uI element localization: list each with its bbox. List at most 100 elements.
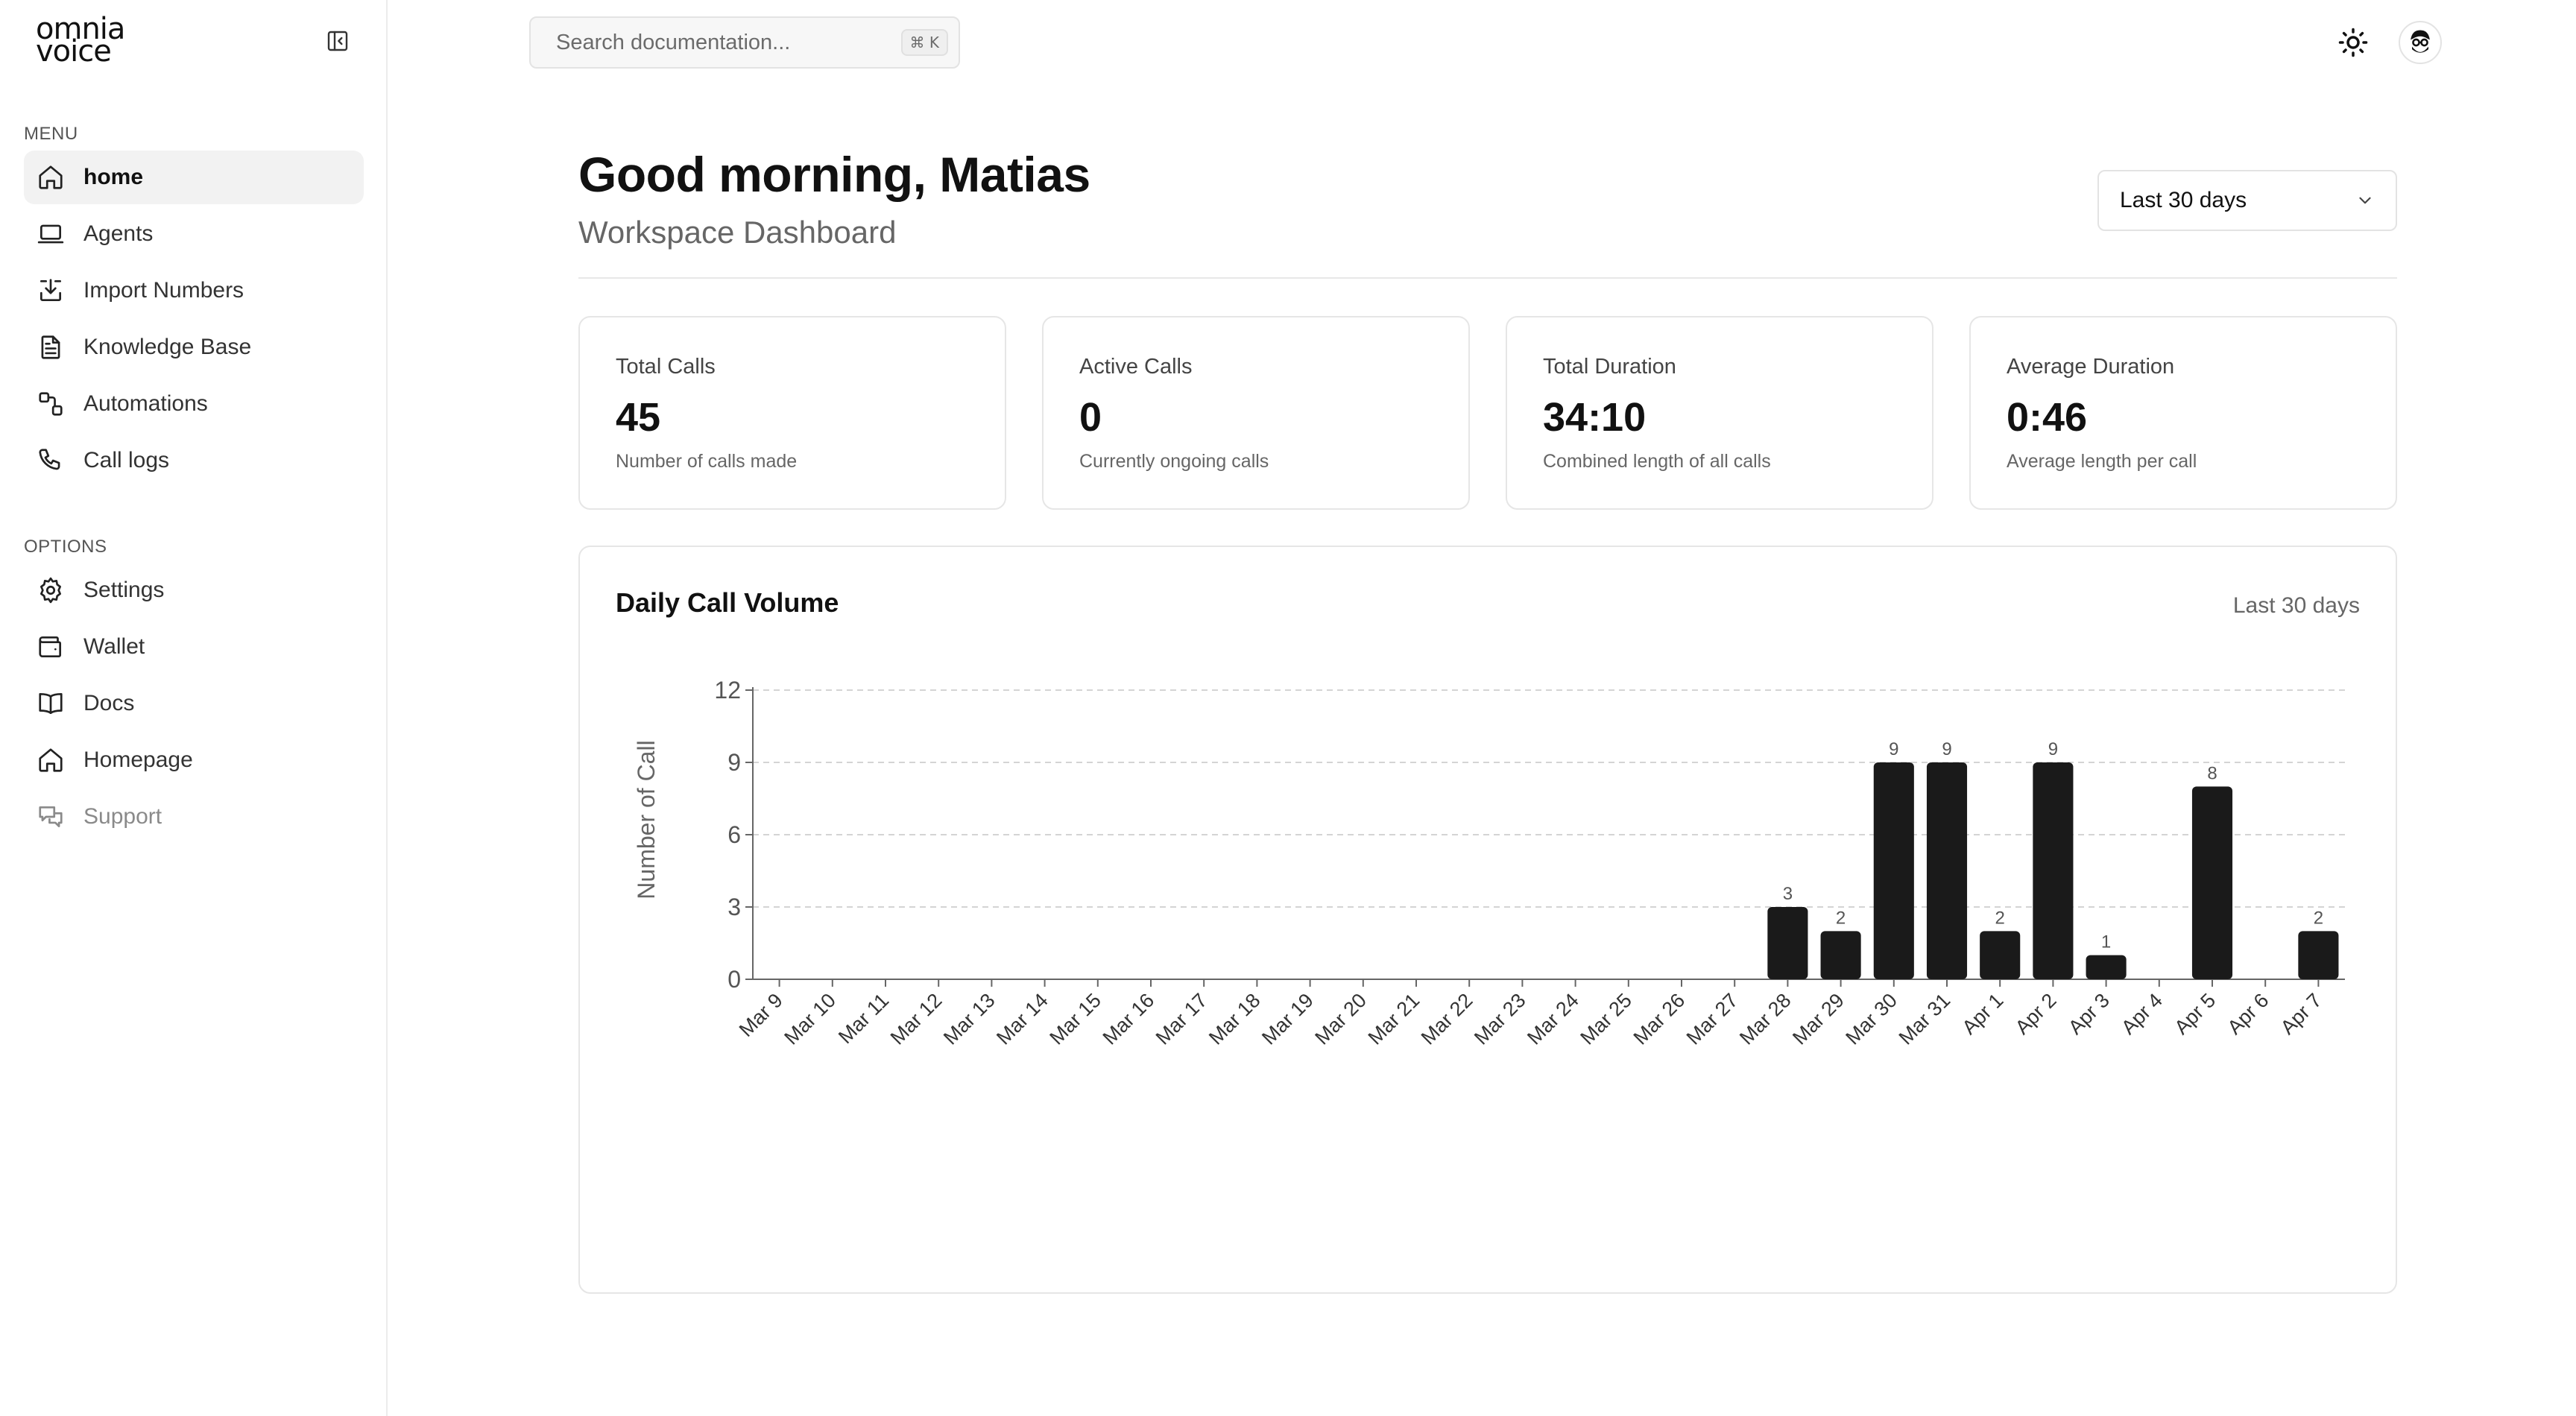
sidebar-item-homepage[interactable]: Homepage (24, 733, 364, 787)
bar-value-label: 9 (2048, 739, 2058, 759)
sidebar-toggle-button[interactable] (325, 28, 350, 54)
y-axis-label: Number of Call (633, 740, 660, 899)
bar (2086, 955, 2127, 979)
sidebar-item-docs[interactable]: Docs (24, 677, 364, 730)
x-tick-label: Mar 29 (1788, 989, 1849, 1049)
x-tick-label: Mar 15 (1045, 989, 1105, 1049)
x-tick-label: Mar 27 (1682, 989, 1743, 1049)
sidebar-item-home[interactable]: home (24, 151, 364, 204)
stat-label: Total Calls (616, 355, 716, 379)
bar-value-label: 8 (2207, 763, 2217, 783)
avatar-icon (2405, 27, 2436, 58)
sidebar-item-knowledge-base[interactable]: Knowledge Base (24, 320, 364, 374)
stat-label: Average Duration (2007, 355, 2175, 379)
sidebar: omnia voice MENU home Agents Import Number… (0, 0, 388, 1416)
x-tick-label: Apr 1 (1958, 989, 2008, 1039)
sidebar-item-call-logs[interactable]: Call logs (24, 434, 364, 487)
book-icon (36, 689, 66, 718)
stat-value: 0 (1079, 395, 1102, 440)
x-tick-label: Mar 10 (780, 989, 840, 1049)
bar-value-label: 9 (1942, 739, 1951, 759)
stat-label: Active Calls (1079, 355, 1193, 379)
bar (1926, 762, 1968, 979)
x-tick-label: Mar 14 (992, 989, 1052, 1049)
sun-icon (2338, 28, 2368, 57)
y-tick-label: 3 (727, 894, 741, 920)
x-tick-label: Apr 7 (2276, 989, 2326, 1039)
page-subtitle: Workspace Dashboard (578, 215, 897, 250)
bar (1980, 931, 2021, 979)
workflow-icon (36, 389, 66, 419)
sidebar-item-label: Support (83, 804, 162, 829)
x-tick-label: Mar 31 (1895, 989, 1955, 1049)
wallet-icon (36, 632, 66, 662)
search-input[interactable]: Search documentation... ⌘ K (529, 16, 960, 69)
y-tick-label: 6 (727, 821, 741, 848)
x-tick-label: Mar 22 (1417, 989, 1477, 1049)
sidebar-item-import-numbers[interactable]: Import Numbers (24, 264, 364, 317)
user-avatar[interactable] (2399, 21, 2442, 64)
sidebar-item-label: Settings (83, 578, 165, 602)
home-icon (36, 162, 66, 192)
bar (2191, 786, 2233, 979)
sidebar-collapse-icon (327, 31, 348, 51)
sidebar-item-label: Knowledge Base (83, 335, 252, 359)
sidebar-item-label: home (83, 165, 144, 189)
stat-card-total-duration: Total Duration 34:10 Combined length of … (1506, 316, 1933, 510)
document-icon (36, 332, 66, 362)
sidebar-item-automations[interactable]: Automations (24, 377, 364, 431)
chevron-down-icon (2359, 197, 2371, 204)
menu-nav: home Agents Import Numbers Knowledge Base Au… (24, 151, 364, 490)
stat-card-active-calls: Active Calls 0 Currently ongoing calls (1042, 316, 1470, 510)
laptop-icon (36, 219, 66, 249)
date-range-value: Last 30 days (2120, 188, 2247, 212)
theme-toggle-button[interactable] (2334, 24, 2372, 61)
bar-value-label: 9 (1889, 739, 1898, 759)
search-shortcut-badge: ⌘ K (900, 29, 948, 56)
x-tick-label: Mar 21 (1364, 989, 1424, 1049)
options-section-label: OPTIONS (24, 537, 107, 557)
x-tick-label: Mar 18 (1205, 989, 1265, 1049)
y-tick-label: 12 (714, 677, 741, 704)
x-tick-label: Apr 6 (2223, 989, 2273, 1039)
page-title: Good morning, Matias (578, 147, 1090, 202)
menu-section-label: MENU (24, 124, 78, 144)
bar (1767, 907, 1808, 979)
stat-description: Combined length of all calls (1543, 451, 1771, 472)
x-tick-label: Mar 12 (886, 989, 947, 1049)
stats-row: Total Calls 45 Number of calls made Acti… (578, 316, 2397, 510)
sidebar-item-label: Agents (83, 221, 154, 246)
x-tick-label: Mar 25 (1576, 989, 1636, 1049)
bar-value-label: 2 (1995, 908, 2005, 928)
sidebar-item-settings[interactable]: Settings (24, 563, 364, 617)
stat-value: 34:10 (1543, 395, 1647, 440)
x-tick-label: Apr 4 (2117, 989, 2167, 1039)
x-tick-label: Mar 28 (1735, 989, 1796, 1049)
x-tick-label: Mar 23 (1470, 989, 1530, 1049)
phone-icon (36, 446, 66, 475)
x-tick-label: Mar 20 (1310, 989, 1371, 1049)
stat-value: 45 (616, 395, 661, 440)
options-nav: Settings Wallet Docs Homepage Support (24, 563, 364, 847)
sidebar-item-label: Homepage (83, 747, 193, 772)
sidebar-item-label: Import Numbers (83, 278, 244, 303)
bar (2298, 931, 2339, 979)
bar-value-label: 2 (2314, 908, 2323, 928)
date-range-select[interactable]: Last 30 days (2097, 170, 2397, 231)
x-tick-label: Apr 3 (2064, 989, 2114, 1039)
sidebar-item-support[interactable]: Support (24, 790, 364, 844)
search-placeholder: Search documentation... (556, 30, 791, 54)
y-tick-label: 9 (727, 749, 741, 776)
y-tick-label: 0 (727, 966, 741, 993)
sidebar-item-agents[interactable]: Agents (24, 207, 364, 261)
sidebar-item-wallet[interactable]: Wallet (24, 620, 364, 674)
sidebar-item-label: Wallet (83, 634, 145, 659)
x-tick-label: Mar 24 (1523, 989, 1583, 1049)
x-tick-label: Mar 19 (1257, 989, 1318, 1049)
daily-call-volume-card: Daily Call Volume Last 30 days 0 3 6 9 12 Num… (578, 546, 2397, 1294)
brand-logo[interactable]: omnia voice (36, 14, 125, 66)
bar-value-label: 3 (1783, 884, 1793, 904)
gear-icon (36, 575, 66, 605)
stat-card-average-duration: Average Duration 0:46 Average length per… (1969, 316, 2397, 510)
x-tick-label: Mar 11 (834, 989, 893, 1048)
